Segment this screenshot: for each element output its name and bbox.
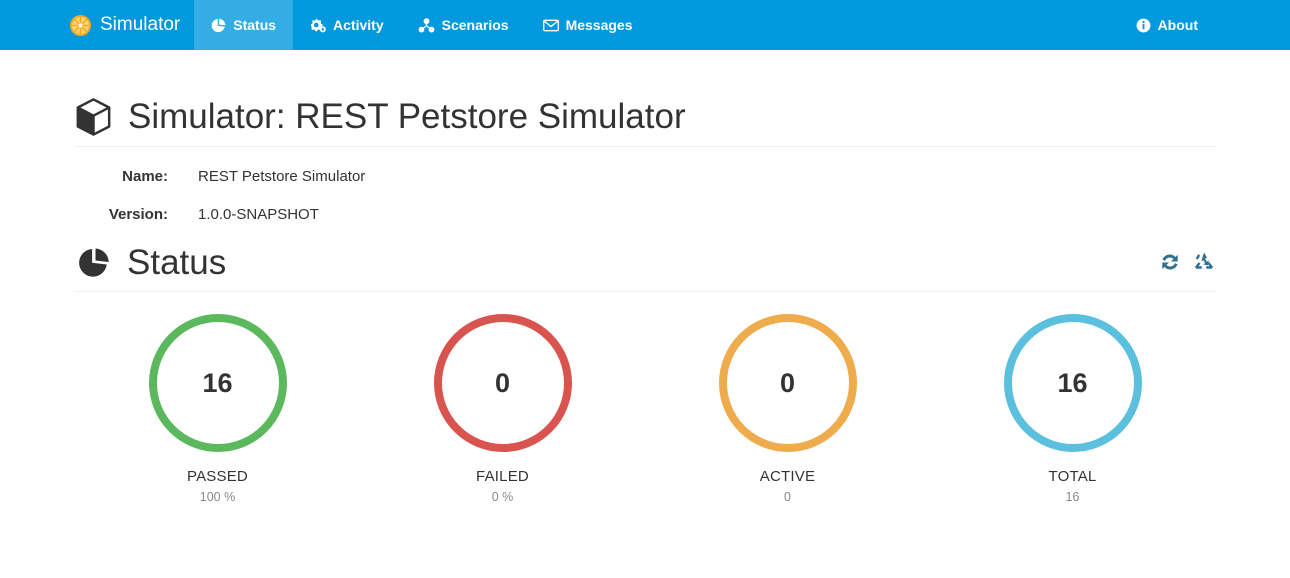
brand-label: Simulator: [100, 14, 181, 35]
page-header: Simulator: REST Petstore Simulator: [75, 97, 1215, 147]
nav-item-status[interactable]: Status: [194, 0, 294, 50]
orange-slice-icon: [69, 14, 92, 37]
status-card-failed: 0 FAILED 0 %: [360, 314, 645, 504]
pie-chart-icon: [75, 244, 113, 282]
status-label: PASSED: [187, 468, 248, 485]
brand-link[interactable]: Simulator: [61, 0, 194, 50]
detail-row-version: Version: 1.0.0-SNAPSHOT: [75, 206, 1215, 223]
status-cards-row: 16 PASSED 100 % 0 FAILED 0 % 0 ACTIVE 0 …: [75, 314, 1215, 504]
nav-item-label: Messages: [565, 17, 633, 33]
simulator-details: Name: REST Petstore Simulator Version: 1…: [75, 168, 1215, 223]
detail-label: Version:: [108, 205, 168, 223]
status-sublabel: 100 %: [199, 490, 236, 504]
nav-item-activity[interactable]: Activity: [293, 0, 401, 50]
detail-label: Name:: [122, 167, 168, 185]
cube-icon: [75, 98, 112, 137]
envelope-icon: [542, 19, 559, 32]
page-title: Simulator: REST Petstore Simulator: [128, 97, 686, 136]
pie-chart-icon: [211, 18, 226, 33]
status-label: FAILED: [476, 468, 529, 485]
status-label: ACTIVE: [759, 468, 816, 485]
nav-item-about[interactable]: About: [1119, 0, 1215, 50]
cubes-icon: [418, 17, 435, 33]
status-section-title: Status: [127, 242, 227, 282]
status-value: 16: [1057, 367, 1088, 398]
nav-item-label: About: [1157, 17, 1198, 33]
info-circle-icon: [1136, 18, 1151, 33]
status-donut: 0: [433, 314, 572, 452]
status-label: TOTAL: [1048, 468, 1097, 485]
nav-item-scenarios[interactable]: Scenarios: [401, 0, 526, 50]
main-container: Simulator: REST Petstore Simulator Name:…: [0, 97, 1290, 504]
status-value: 0: [779, 367, 796, 398]
status-section-header: Status: [75, 242, 1215, 292]
nav-item-label: Scenarios: [441, 17, 509, 33]
top-navbar: Simulator Status Activity Scenarios Mess…: [0, 0, 1290, 50]
status-donut: 16: [148, 314, 287, 452]
status-sublabel: 0: [784, 490, 791, 504]
navbar-right-group: About: [1119, 0, 1215, 50]
refresh-icon[interactable]: [1159, 251, 1181, 273]
status-sublabel: 0 %: [491, 490, 514, 504]
status-card-total: 16 TOTAL 16: [930, 314, 1215, 504]
status-card-passed: 16 PASSED 100 %: [75, 314, 360, 504]
detail-value: 1.0.0-SNAPSHOT: [198, 205, 319, 223]
nav-item-messages[interactable]: Messages: [526, 0, 650, 50]
detail-row-name: Name: REST Petstore Simulator: [75, 168, 1215, 185]
status-value: 16: [202, 367, 233, 398]
nav-item-label: Activity: [333, 17, 384, 33]
status-sublabel: 16: [1065, 490, 1080, 504]
status-card-active: 0 ACTIVE 0: [645, 314, 930, 504]
cogs-icon: [310, 18, 326, 33]
recycle-icon[interactable]: [1193, 251, 1215, 273]
detail-value: REST Petstore Simulator: [198, 167, 366, 185]
navbar-left-group: Simulator Status Activity Scenarios Mess…: [61, 0, 650, 50]
nav-item-label: Status: [233, 17, 277, 33]
status-donut: 0: [718, 314, 857, 452]
status-section-actions: [1159, 251, 1215, 275]
status-donut: 16: [1003, 314, 1142, 452]
status-value: 0: [494, 367, 511, 398]
